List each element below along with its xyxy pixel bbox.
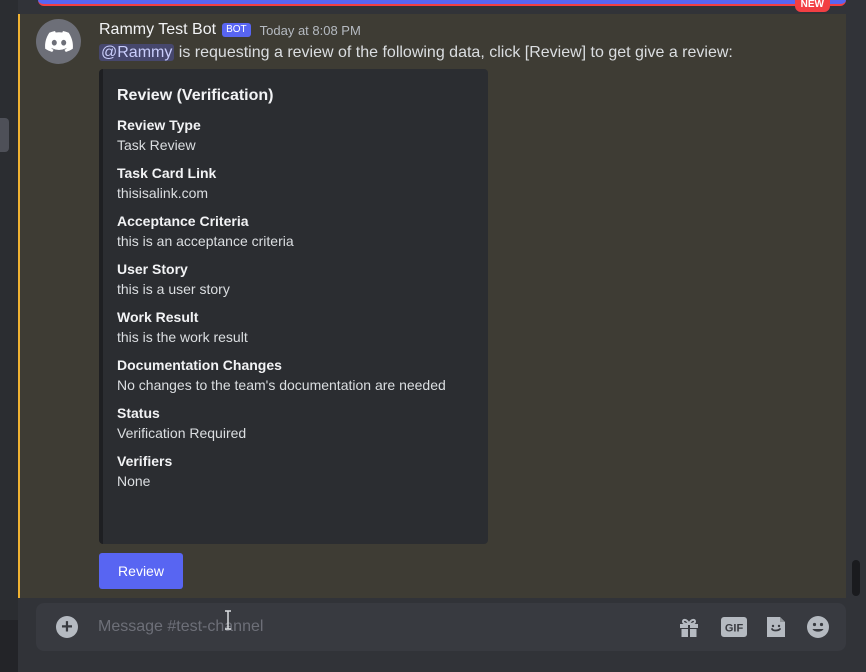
server-sidebar [0,0,18,672]
field-name: Documentation Changes [117,357,282,373]
message-text: is requesting a review of the following … [174,44,733,61]
field-value: this is a user story [117,281,230,297]
message-content: @Rammy is requesting a review of the fol… [99,44,733,62]
field-value: None [117,473,151,489]
embed-field: Task Card Link thisisalink.com [117,164,474,204]
text-cursor-icon [224,610,232,635]
new-messages-divider[interactable]: NEW [18,0,866,14]
field-name: Work Result [117,309,199,325]
gif-button[interactable]: GIF [720,615,748,639]
new-badge: NEW [794,0,830,12]
embed-field: Documentation Changes No changes to the … [117,356,474,396]
embed-field: Status Verification Required [117,404,474,444]
discord-logo-icon [44,30,73,52]
field-value: this is the work result [117,329,248,345]
review-embed: Review (Verification) Review Type Task R… [99,69,488,544]
new-line [38,0,846,6]
message: Rammy Test Bot BOT Today at 8:08 PM @Ram… [18,14,846,598]
scroll-indicator [0,118,9,152]
field-value: thisisalink.com [117,185,209,201]
embed-field: Acceptance Criteria this is an acceptanc… [117,212,474,252]
bot-tag: BOT [222,23,251,37]
user-mention[interactable]: @Rammy [99,44,175,61]
scrollbar[interactable] [852,560,860,596]
field-value: Verification Required [117,425,247,441]
gift-icon [680,618,698,637]
sticker-button[interactable] [764,615,788,639]
gif-icon: GIF [721,617,747,637]
embed-field: Work Result this is the work result [117,308,474,348]
svg-text:GIF: GIF [725,623,744,635]
field-name: User Story [117,261,188,277]
embed-field: User Story this is a user story [117,260,474,300]
embed-title: Review (Verification) [117,87,274,104]
bottom-strip [18,656,866,672]
review-button[interactable]: Review [99,553,183,589]
field-value: Task Review [117,137,196,153]
field-name: Task Card Link [117,165,217,181]
message-composer: + GIF [36,603,846,651]
field-value: No changes to the team's documentation a… [117,377,446,393]
timestamp: Today at 8:08 PM [259,22,361,38]
sticker-icon [767,617,785,637]
field-name: Verifiers [117,453,173,469]
gift-button[interactable] [677,615,701,639]
message-header: Rammy Test Bot BOT Today at 8:08 PM [99,20,361,40]
field-name: Acceptance Criteria [117,213,249,229]
username[interactable]: Rammy Test Bot [99,21,216,39]
message-input[interactable] [98,617,658,637]
embed-field: Review Type Task Review [117,116,474,156]
embed-field: Verifiers None [117,452,474,492]
sidebar-footer [0,620,18,672]
emoji-button[interactable] [806,615,830,639]
field-name: Review Type [117,117,201,133]
avatar[interactable] [36,19,81,64]
field-value: this is an acceptance criteria [117,233,294,249]
field-name: Status [117,405,160,421]
add-attachment-button[interactable]: + [56,616,78,638]
emoji-icon [807,616,829,638]
